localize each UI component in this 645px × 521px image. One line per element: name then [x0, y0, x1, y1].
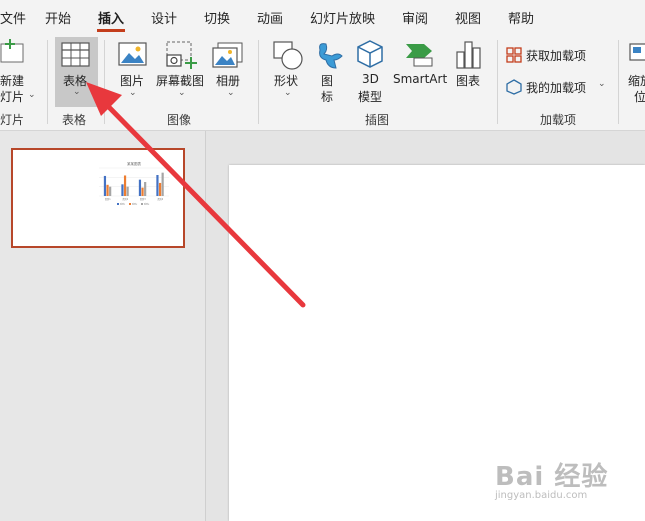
chevron-down-icon: ⌄ [178, 88, 186, 98]
group-divider [497, 40, 498, 124]
smartart-icon [406, 44, 433, 67]
icons-label-1: 图 [321, 74, 334, 88]
cube-icon [357, 40, 383, 68]
smartart-label: SmartArt [393, 72, 448, 86]
thumbnail-bar [158, 182, 162, 196]
icons-icon [319, 43, 343, 69]
my-addins-button[interactable]: 我的加载项 ⌄ [506, 77, 610, 97]
icons-label-2: 标 [321, 90, 334, 104]
photo-album-icon [212, 42, 243, 68]
group-label-illustrations: 插图 [365, 113, 390, 127]
thumbnail-legend-swatch [141, 203, 143, 205]
photo-album-button[interactable]: 相册 ⌄ [210, 38, 250, 104]
new-slide-label-1: 新建 [0, 74, 25, 88]
tab-help[interactable]: 帮助 [508, 8, 534, 27]
slide-thumbnail-1[interactable]: 某某图表类别1 类别2 类别3 类别4 系列1 系列2 系列3 [11, 148, 185, 248]
store-icon [506, 47, 522, 63]
tab-view[interactable]: 视图 [455, 8, 481, 27]
chevron-down-icon: ⌄ [598, 79, 606, 89]
group-label-images: 图像 [167, 113, 192, 127]
tab-file[interactable]: 文件 [0, 8, 26, 27]
thumbnail-category-label: 类别4 [157, 197, 163, 201]
thumbnail-legend-label: 系列2 [132, 202, 138, 206]
thumbnail-chart-title: 某某图表 [127, 161, 141, 166]
thumbnail-bar [106, 184, 109, 196]
new-slide-button[interactable]: 新建 灯片 ⌄ [0, 38, 44, 106]
shapes-button[interactable]: 形状 ⌄ [268, 38, 306, 104]
screenshot-button[interactable]: 屏幕截图 ⌄ [154, 38, 208, 104]
watermark-url: jingyan.baidu.com [495, 490, 588, 501]
3d-models-button[interactable]: 3D 模型 [352, 38, 388, 104]
chevron-down-icon: ⌄ [28, 90, 36, 100]
tab-home[interactable]: 开始 [45, 8, 71, 27]
thumbnail-bar [121, 184, 124, 196]
watermark-logo: Bai 经验 [495, 462, 609, 492]
group-label-tables: 表格 [62, 113, 87, 127]
picture-label: 图片 [120, 74, 145, 88]
thumbnail-chart: 某某图表类别1 类别2 类别3 类别4 系列1 系列2 系列3 [99, 161, 169, 206]
new-slide-label-2: 灯片 [0, 90, 25, 104]
thumbnail-bar [144, 182, 147, 196]
chevron-down-icon: ⌄ [129, 88, 137, 98]
new-slide-icon [0, 39, 24, 63]
group-label-slides: 灯片 [0, 113, 25, 127]
group-divider [47, 40, 48, 124]
chevron-down-icon: ⌄ [73, 87, 81, 97]
thumbnail-bar [109, 186, 112, 196]
picture-button[interactable]: 图片 ⌄ [112, 38, 152, 104]
bar-chart-icon [456, 41, 481, 69]
get-addins-button[interactable]: 获取加载项 [506, 45, 610, 65]
get-addins-label: 获取加载项 [526, 49, 587, 63]
zoom-button[interactable]: 缩放 位 [624, 38, 645, 104]
active-tab-indicator [97, 29, 125, 32]
thumbnail-legend-swatch [129, 203, 131, 205]
tab-insert[interactable]: 插入 [98, 8, 124, 27]
thumbnail-category-label: 类别2 [122, 197, 128, 201]
group-divider [618, 40, 619, 124]
icons-button[interactable]: 图 标 [312, 38, 346, 104]
screenshot-label: 屏幕截图 [156, 74, 205, 88]
thumbnail-bar [138, 179, 142, 196]
watermark: Bai 经验 jingyan.baidu.com [495, 456, 609, 501]
thumbnail-legend-swatch [117, 203, 119, 205]
thumbnail-bar [156, 175, 159, 196]
addins-icon [506, 79, 522, 95]
thumbnail-bar [123, 175, 127, 196]
tab-animations[interactable]: 动画 [257, 8, 283, 27]
thumbnail-bar [103, 175, 107, 196]
thumbnail-bar [126, 186, 129, 196]
tab-review[interactable]: 审阅 [402, 8, 428, 27]
tab-transitions[interactable]: 切换 [204, 8, 230, 27]
thumbnail-bar [161, 172, 164, 196]
chevron-down-icon: ⌄ [227, 88, 235, 98]
zoom-label-1: 缩放 [628, 74, 645, 88]
group-divider [258, 40, 259, 124]
ribbon-tab-bar: 文件 开始 插入 设计 切换 动画 幻灯片放映 审阅 视图 帮助 [0, 0, 645, 33]
zoom-icon [629, 43, 645, 61]
thumbnail-bar [141, 187, 144, 196]
group-label-addins: 加载项 [540, 113, 577, 127]
group-divider [104, 40, 105, 124]
shapes-label: 形状 [274, 74, 299, 88]
3d-models-label-1: 3D [362, 72, 379, 86]
zoom-label-2: 位 [634, 90, 645, 104]
thumbnail-category-label: 类别3 [140, 197, 146, 201]
screenshot-icon [166, 41, 197, 69]
photo-album-label: 相册 [216, 74, 241, 88]
my-addins-label: 我的加载项 [526, 81, 587, 95]
thumbnail-legend-label: 系列3 [144, 202, 150, 206]
thumbnail-category-label: 类别1 [105, 197, 111, 201]
thumbnail-legend-label: 系列1 [120, 202, 126, 206]
3d-models-label-2: 模型 [358, 90, 383, 104]
picture-icon [118, 42, 147, 66]
chevron-down-icon: ⌄ [284, 88, 292, 98]
shapes-icon [273, 41, 303, 70]
tab-design[interactable]: 设计 [151, 8, 177, 27]
chart-label: 图表 [456, 74, 481, 88]
tab-slideshow[interactable]: 幻灯片放映 [310, 8, 375, 27]
table-icon [61, 42, 90, 67]
chart-button[interactable]: 图表 [452, 38, 486, 104]
smartart-button[interactable]: SmartArt [392, 38, 448, 104]
